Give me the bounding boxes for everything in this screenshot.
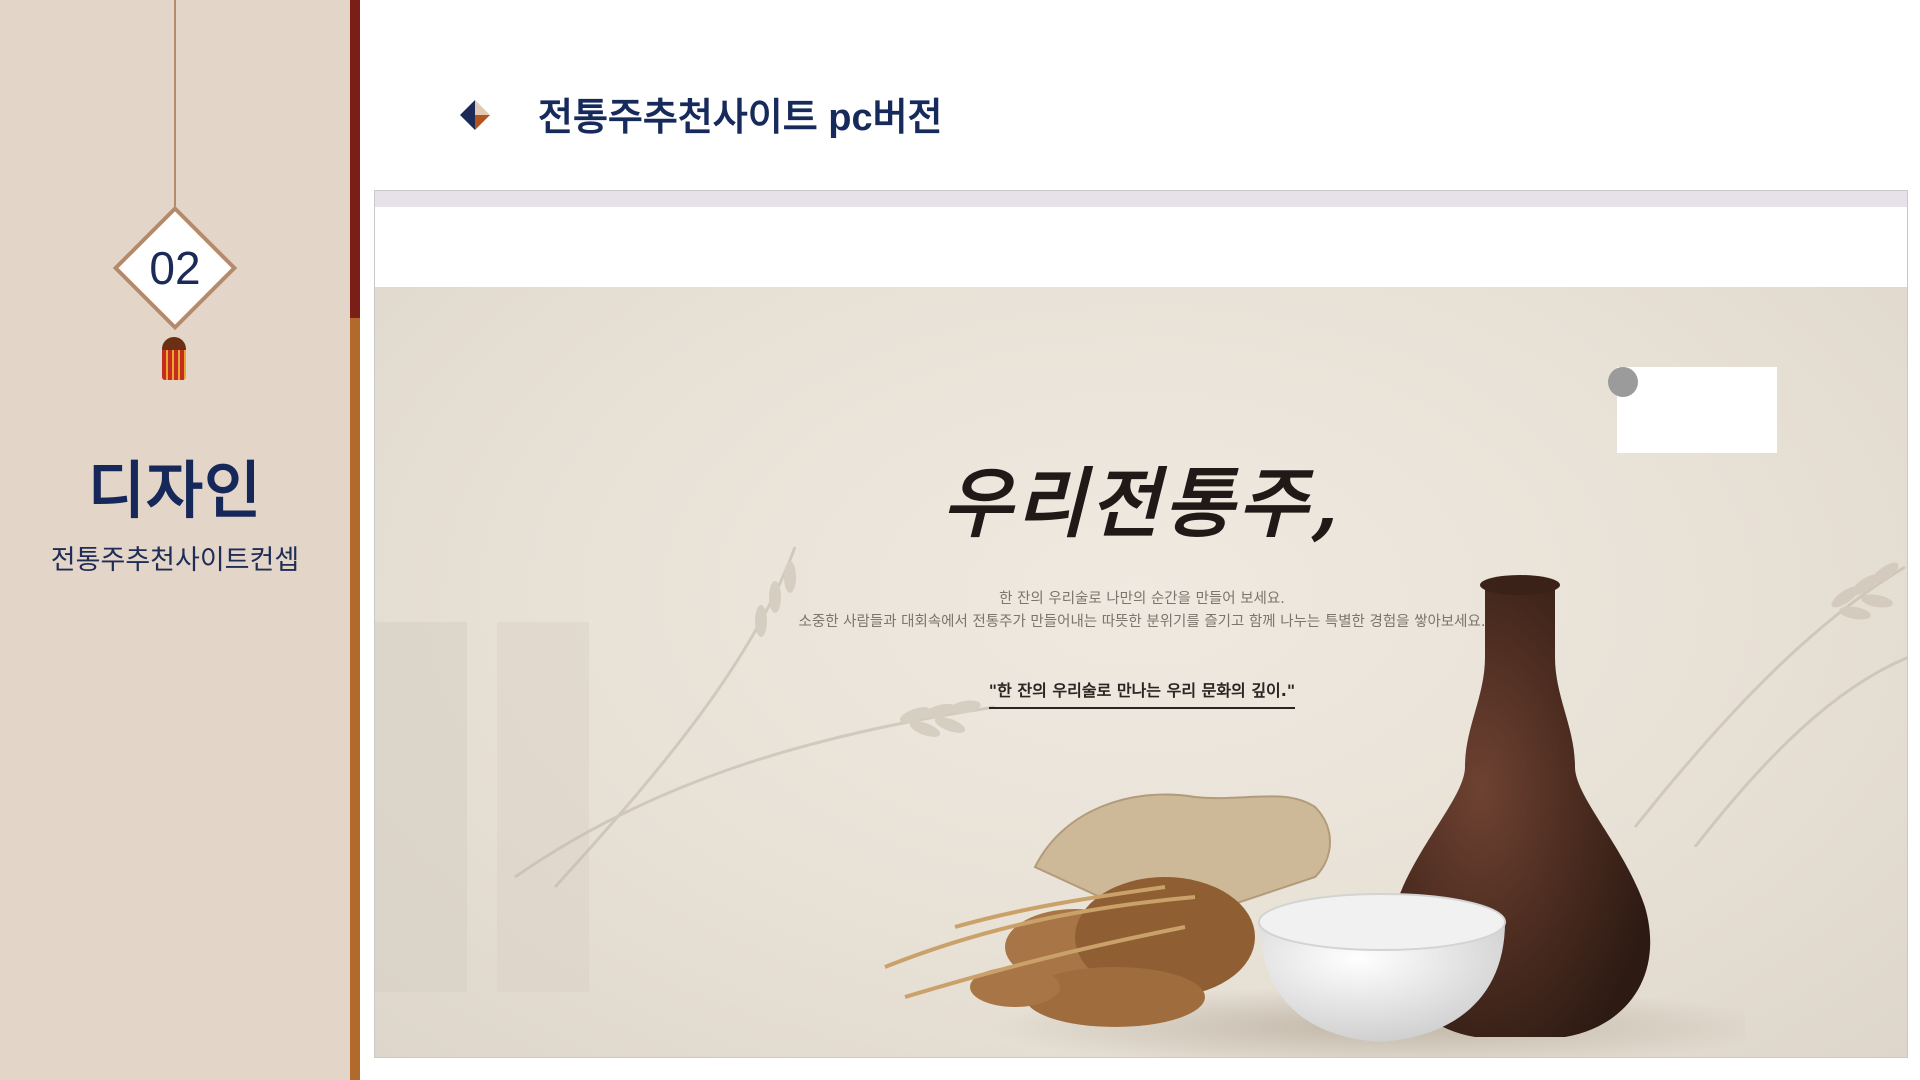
hero-section: 우리전통주, 한 잔의 우리술로 나만의 순간을 만들어 보세요. 소중한 사람… bbox=[375, 287, 1907, 1057]
jar-rim bbox=[1480, 575, 1560, 595]
website-screenshot: 우리전통주, 한 잔의 우리술로 나만의 순간을 만들어 보세요. 소중한 사람… bbox=[374, 190, 1908, 1058]
hanging-string bbox=[174, 0, 176, 212]
tassel-icon bbox=[162, 350, 186, 380]
diamond-bullet-icon bbox=[460, 100, 490, 130]
accent-bar-light bbox=[350, 318, 360, 1080]
bowl-rim bbox=[1258, 893, 1506, 951]
traditional-liquor-illustration bbox=[884, 575, 1745, 1057]
tassel-cap bbox=[162, 337, 186, 351]
nav-white-box bbox=[1617, 367, 1777, 453]
website-navbar bbox=[375, 207, 1907, 287]
section-subtitle: 전통주추천사이트컨셉 bbox=[50, 545, 300, 576]
browser-top-strip bbox=[375, 191, 1907, 207]
sidebar: 02 디자인 전통주추천사이트컨셉 bbox=[0, 0, 350, 1080]
section-number: 02 bbox=[149, 242, 201, 294]
cursor-dot-icon bbox=[1608, 367, 1638, 397]
page-title: 전통주추천사이트 pc버전 bbox=[538, 97, 943, 139]
accent-bar-dark bbox=[350, 0, 360, 318]
section-title: 디자인 bbox=[87, 454, 263, 527]
